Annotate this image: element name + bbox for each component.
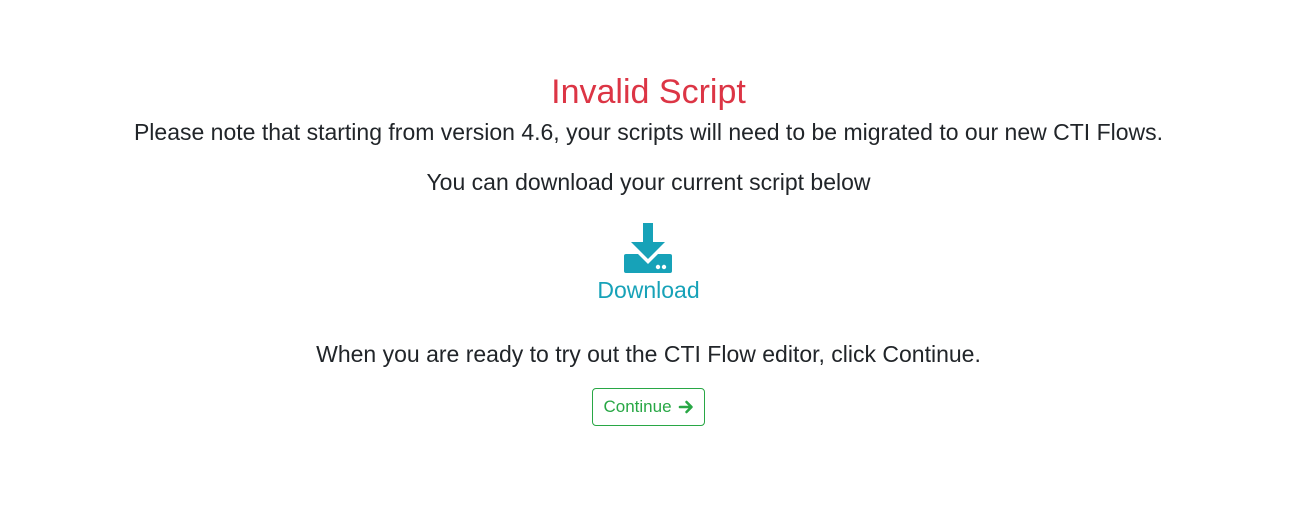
ready-instruction: When you are ready to try out the CTI Fl… [316, 341, 981, 367]
migration-note: Please note that starting from version 4… [133, 119, 1164, 145]
continue-label: Continue [603, 397, 672, 416]
arrow-right-icon [678, 400, 693, 414]
page-title: Invalid Script [551, 73, 746, 111]
invalid-script-panel: Invalid Script Please note that starting… [29, 0, 1269, 426]
continue-button[interactable]: Continue [592, 388, 705, 426]
download-icon [624, 223, 673, 273]
download-hint: You can download your current script bel… [426, 169, 871, 195]
download-label: Download [597, 277, 700, 303]
download-link[interactable]: Download [597, 222, 700, 304]
